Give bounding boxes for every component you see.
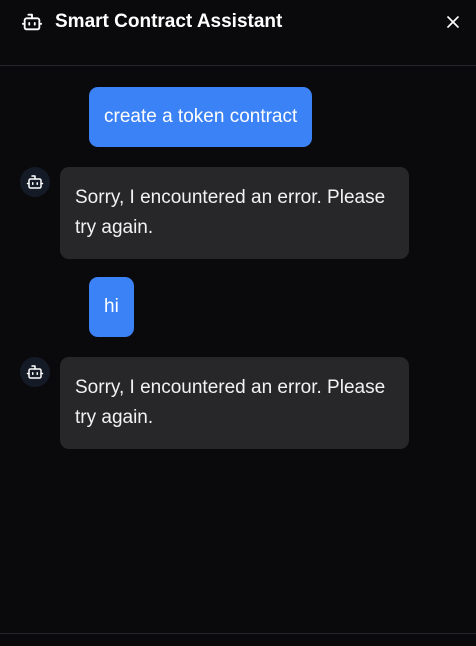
bot-icon bbox=[26, 365, 44, 379]
assistant-message-text: Sorry, I encountered an error. Please tr… bbox=[75, 187, 386, 238]
user-message-text: hi bbox=[104, 296, 119, 317]
assistant-message: Sorry, I encountered an error. Please tr… bbox=[60, 167, 409, 259]
assistant-message-text: Sorry, I encountered an error. Please tr… bbox=[75, 377, 386, 428]
chat-header: Smart Contract Assistant bbox=[0, 0, 476, 66]
chat-title: Smart Contract Assistant bbox=[55, 11, 283, 32]
bot-icon bbox=[26, 175, 44, 189]
close-button[interactable] bbox=[443, 12, 463, 32]
bot-avatar bbox=[20, 167, 50, 197]
assistant-message: Sorry, I encountered an error. Please tr… bbox=[60, 357, 409, 449]
close-icon bbox=[447, 16, 459, 28]
chat-panel: Smart Contract Assistant create a token … bbox=[0, 0, 476, 646]
bot-icon bbox=[21, 11, 43, 33]
user-message: create a token contract bbox=[89, 87, 313, 147]
user-message: hi bbox=[89, 277, 134, 337]
bot-avatar bbox=[20, 357, 50, 387]
footer-divider bbox=[0, 633, 476, 634]
message-list: create a token contract Sorry, I encount… bbox=[0, 67, 476, 633]
user-message-text: create a token contract bbox=[104, 106, 298, 127]
